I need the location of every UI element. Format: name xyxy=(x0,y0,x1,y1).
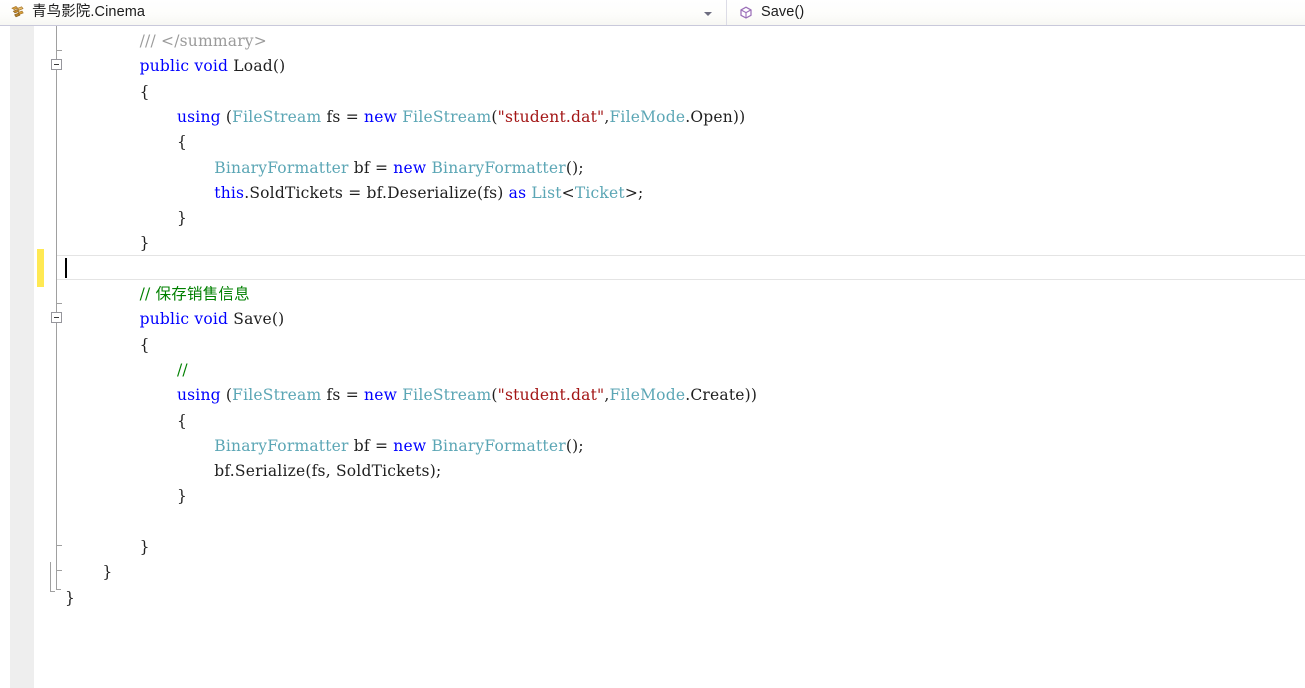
code-token: /// </summary> xyxy=(140,32,267,50)
editor-navigation-bar: 青鸟影院.Cinema Save() xyxy=(0,0,1305,26)
code-token: using xyxy=(177,386,221,404)
code-token: new xyxy=(393,437,426,455)
code-token: public xyxy=(140,57,190,75)
code-token: Load() xyxy=(228,57,285,75)
code-token: // xyxy=(177,361,188,379)
code-token: "student.dat" xyxy=(498,386,605,404)
code-token: public xyxy=(140,310,190,328)
code-token: Save() xyxy=(228,310,284,328)
code-line[interactable]: // 保存销售信息 xyxy=(140,282,250,307)
code-token: } xyxy=(65,589,75,607)
member-dropdown-label: Save() xyxy=(761,5,804,20)
code-line[interactable]: public void Save() xyxy=(140,307,285,332)
code-token: ( xyxy=(221,386,232,404)
code-token: as xyxy=(509,184,527,202)
code-token: fs = xyxy=(321,386,364,404)
code-line[interactable]: } xyxy=(65,586,75,611)
code-token: .Create)) xyxy=(685,386,757,404)
code-line[interactable]: BinaryFormatter bf = new BinaryFormatter… xyxy=(214,434,583,459)
code-token: < xyxy=(562,184,575,202)
method-icon xyxy=(737,5,755,21)
code-line[interactable]: } xyxy=(177,206,187,231)
code-token: .Open)) xyxy=(685,108,745,126)
code-line[interactable]: } xyxy=(102,560,112,585)
code-line[interactable]: { xyxy=(140,333,150,358)
code-token: "student.dat" xyxy=(498,108,605,126)
code-token: } xyxy=(177,209,187,227)
code-token: (); xyxy=(566,159,584,177)
code-line[interactable]: bf.Serialize(fs, SoldTickets); xyxy=(214,459,441,484)
code-token: } xyxy=(140,234,150,252)
code-token: ( xyxy=(221,108,232,126)
code-token: FileStream xyxy=(402,386,491,404)
code-token: } xyxy=(102,563,112,581)
code-line[interactable]: this.SoldTickets = bf.Deserialize(fs) as… xyxy=(214,181,643,206)
code-token: .SoldTickets = bf.Deserialize(fs) xyxy=(244,184,508,202)
code-token: { xyxy=(140,83,150,101)
code-line[interactable]: using (FileStream fs = new FileStream("s… xyxy=(177,383,757,408)
code-line[interactable]: { xyxy=(177,130,187,155)
code-token: FileStream xyxy=(402,108,491,126)
code-editor[interactable]: /// </summary> public void Load() { using (… xyxy=(0,26,1305,688)
code-token: { xyxy=(140,336,150,354)
code-token: List xyxy=(531,184,561,202)
code-token: FileMode xyxy=(609,386,685,404)
code-line[interactable]: // xyxy=(177,358,188,383)
code-line[interactable]: } xyxy=(177,484,187,509)
code-token: // 保存销售信息 xyxy=(140,285,250,303)
code-token: bf.Serialize(fs, SoldTickets); xyxy=(214,462,441,480)
code-line[interactable]: public void Load() xyxy=(140,54,286,79)
code-line[interactable]: { xyxy=(177,409,187,434)
code-token: { xyxy=(177,412,187,430)
code-line[interactable]: /// </summary> xyxy=(140,29,267,54)
type-dropdown[interactable]: 青鸟影院.Cinema xyxy=(0,0,727,25)
member-dropdown[interactable]: Save() xyxy=(727,0,1305,25)
code-token: BinaryFormatter xyxy=(214,437,348,455)
code-token: new xyxy=(393,159,426,177)
code-token: using xyxy=(177,108,221,126)
code-token: FileStream xyxy=(232,386,321,404)
code-line[interactable]: { xyxy=(140,80,150,105)
code-token: BinaryFormatter xyxy=(431,437,565,455)
code-token: bf = xyxy=(349,159,394,177)
code-token: FileStream xyxy=(232,108,321,126)
code-token: >; xyxy=(625,184,644,202)
code-line[interactable]: } xyxy=(140,535,150,560)
code-token: fs = xyxy=(321,108,364,126)
code-token: FileMode xyxy=(609,108,685,126)
code-token: Ticket xyxy=(575,184,625,202)
code-text-area[interactable]: /// </summary> public void Load() { using (… xyxy=(0,26,1305,688)
namespace-icon xyxy=(8,5,26,21)
code-token: new xyxy=(364,108,397,126)
code-token: } xyxy=(177,487,187,505)
code-line[interactable]: } xyxy=(140,231,150,256)
code-token: void xyxy=(194,57,228,75)
code-token: (); xyxy=(566,437,584,455)
code-token: new xyxy=(364,386,397,404)
code-token: BinaryFormatter xyxy=(214,159,348,177)
code-token: bf = xyxy=(349,437,394,455)
code-line[interactable]: using (FileStream fs = new FileStream("s… xyxy=(177,105,745,130)
code-token: void xyxy=(194,310,228,328)
code-line[interactable]: BinaryFormatter bf = new BinaryFormatter… xyxy=(214,156,583,181)
type-dropdown-label: 青鸟影院.Cinema xyxy=(32,5,145,20)
code-token: { xyxy=(177,133,187,151)
code-token: this xyxy=(214,184,244,202)
code-token: BinaryFormatter xyxy=(431,159,565,177)
code-token: } xyxy=(140,538,150,556)
chevron-down-icon[interactable] xyxy=(704,12,712,16)
